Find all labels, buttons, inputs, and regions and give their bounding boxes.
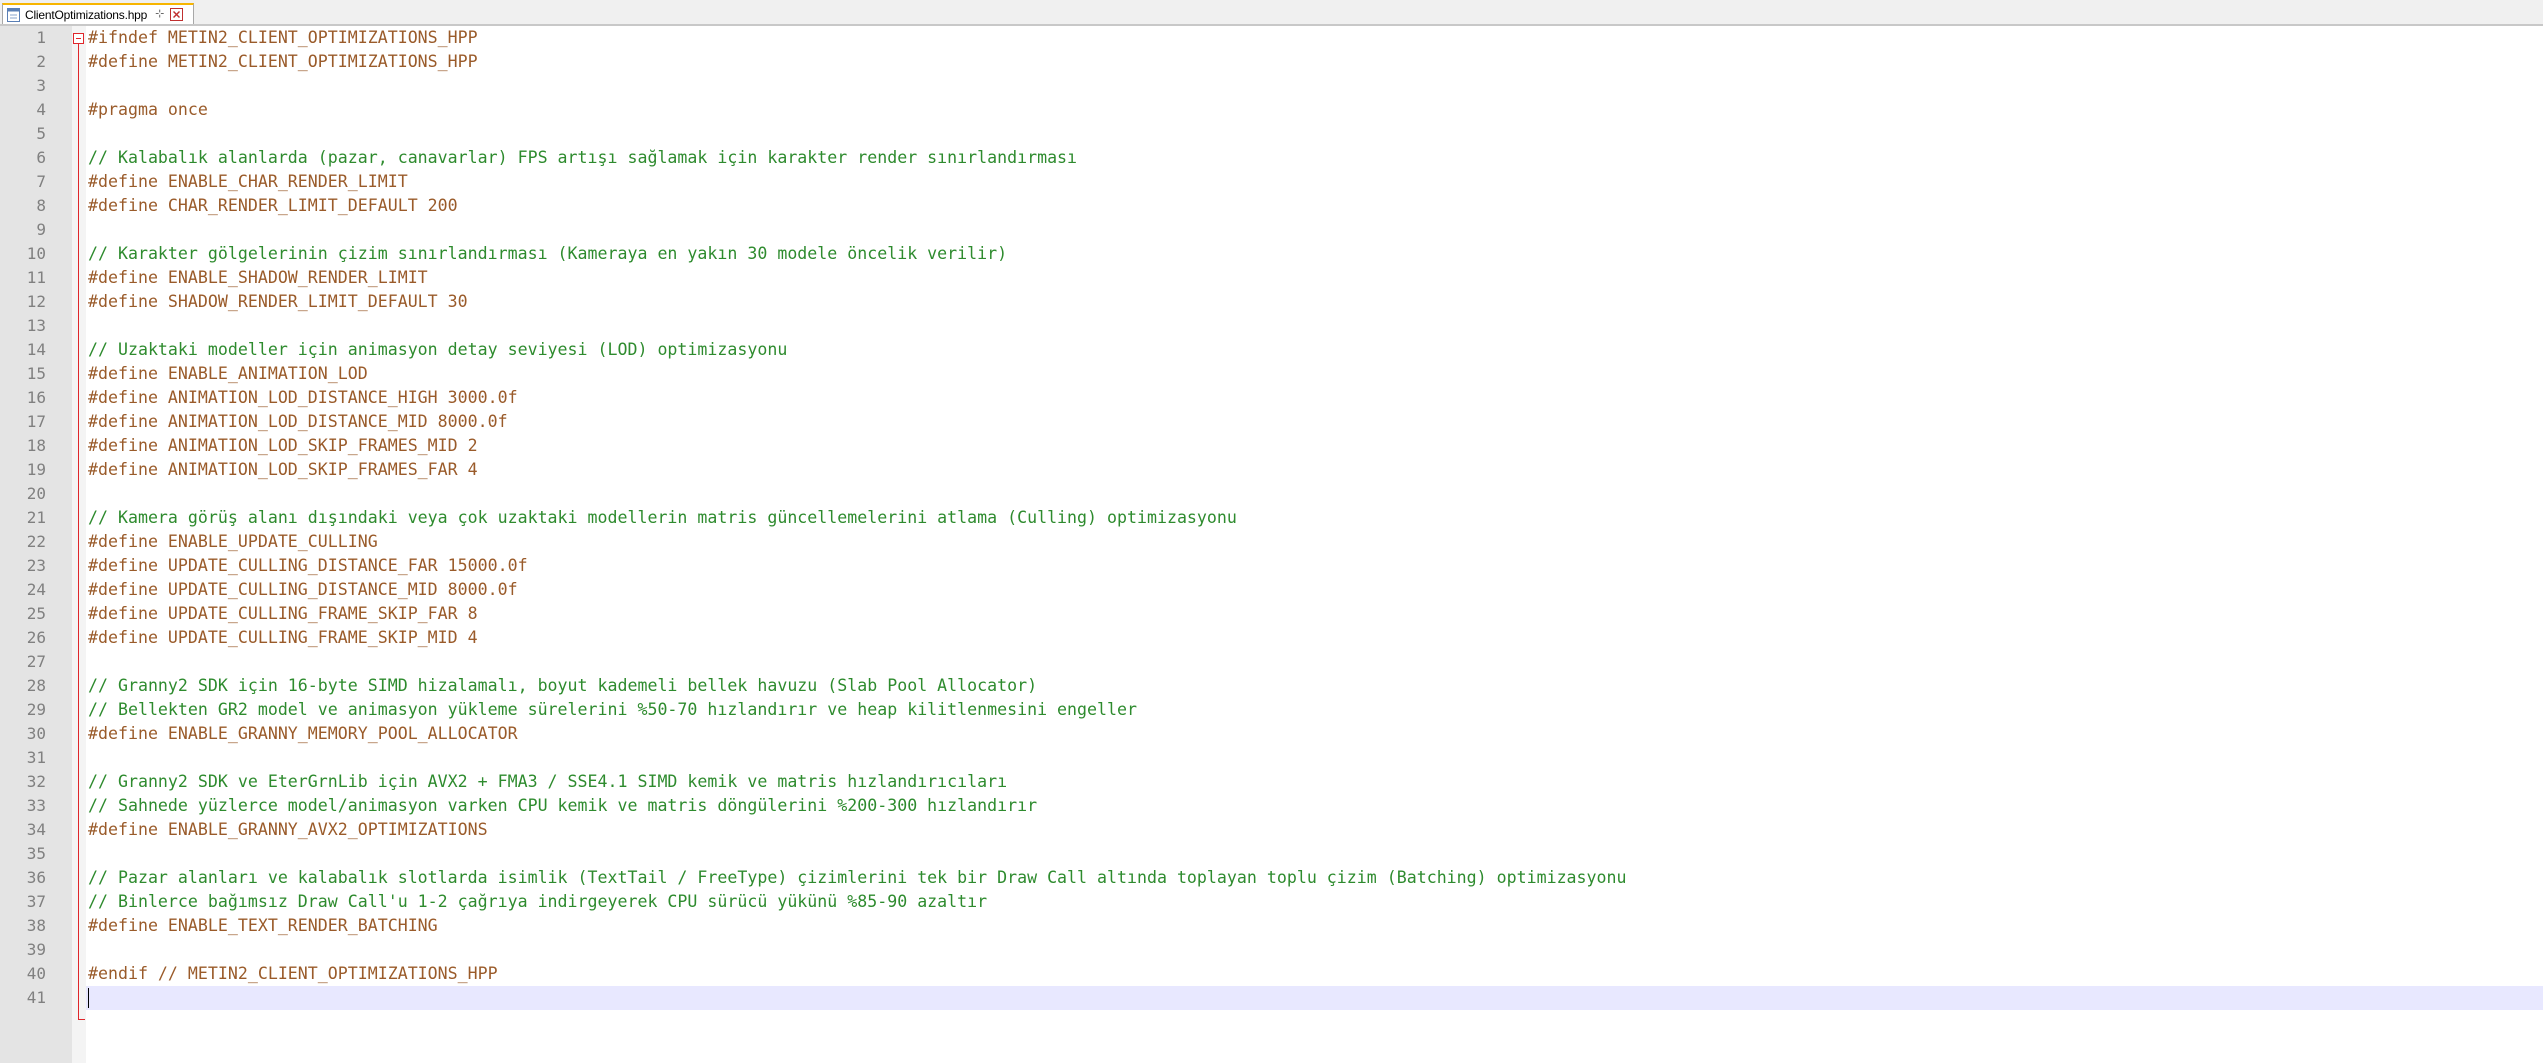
line-number: 12 bbox=[26, 292, 46, 311]
line-number: 20 bbox=[26, 484, 46, 503]
line-number: 16 bbox=[26, 388, 46, 407]
code-comment-line[interactable]: // Kamera görüş alanı dışındaki veya çok… bbox=[88, 506, 1237, 530]
fold-range-end bbox=[78, 1019, 85, 1020]
line-number: 5 bbox=[36, 124, 46, 143]
line-number: 29 bbox=[26, 700, 46, 719]
line-number: 6 bbox=[36, 148, 46, 167]
line-number: 8 bbox=[36, 196, 46, 215]
code-line[interactable]: #define CHAR_RENDER_LIMIT_DEFAULT 200 bbox=[88, 194, 458, 218]
line-number: 26 bbox=[26, 628, 46, 647]
code-comment-line[interactable]: // Uzaktaki modeller için animasyon deta… bbox=[88, 338, 787, 362]
fold-collapse-icon[interactable] bbox=[73, 33, 84, 44]
code-line[interactable]: #define METIN2_CLIENT_OPTIMIZATIONS_HPP bbox=[88, 50, 478, 74]
code-comment-line[interactable]: // Binlerce bağımsız Draw Call'u 1-2 çağ… bbox=[88, 890, 987, 914]
code-line[interactable]: #ifndef METIN2_CLIENT_OPTIMIZATIONS_HPP bbox=[88, 26, 478, 50]
line-number: 34 bbox=[26, 820, 46, 839]
code-editor[interactable]: #ifndef METIN2_CLIENT_OPTIMIZATIONS_HPP #… bbox=[0, 26, 2543, 1063]
code-line[interactable]: #define ANIMATION_LOD_SKIP_FRAMES_MID 2 bbox=[88, 434, 478, 458]
tab-client-optimizations[interactable]: ClientOptimizations.hpp ⊹ bbox=[2, 3, 194, 24]
tab-bar: ClientOptimizations.hpp ⊹ bbox=[0, 0, 2543, 26]
code-line[interactable]: #pragma once bbox=[88, 98, 208, 122]
code-line[interactable]: #define ENABLE_ANIMATION_LOD bbox=[88, 362, 368, 386]
code-line[interactable]: #endif // METIN2_CLIENT_OPTIMIZATIONS_HP… bbox=[88, 962, 498, 986]
line-number: 38 bbox=[26, 916, 46, 935]
code-line[interactable]: #define UPDATE_CULLING_DISTANCE_MID 8000… bbox=[88, 578, 518, 602]
text-caret bbox=[88, 988, 89, 1008]
tab-label: ClientOptimizations.hpp bbox=[25, 7, 148, 22]
code-line[interactable]: #define ENABLE_CHAR_RENDER_LIMIT bbox=[88, 170, 408, 194]
line-number: 41 bbox=[26, 988, 46, 1007]
code-line[interactable]: #define ENABLE_GRANNY_AVX2_OPTIMIZATIONS bbox=[88, 818, 488, 842]
line-number: 13 bbox=[26, 316, 46, 335]
line-number: 40 bbox=[26, 964, 46, 983]
code-comment-line[interactable]: // Bellekten GR2 model ve animasyon yükl… bbox=[88, 698, 1137, 722]
line-number: 31 bbox=[26, 748, 46, 767]
code-comment-line[interactable]: // Granny2 SDK ve EterGrnLib için AVX2 +… bbox=[88, 770, 1007, 794]
close-icon[interactable] bbox=[170, 8, 184, 21]
line-number: 11 bbox=[26, 268, 46, 287]
code-comment-line[interactable]: // Kalabalık alanlarda (pazar, canavarla… bbox=[88, 146, 1077, 170]
code-line[interactable]: #define ENABLE_TEXT_RENDER_BATCHING bbox=[88, 914, 438, 938]
line-number: 25 bbox=[26, 604, 46, 623]
line-number: 32 bbox=[26, 772, 46, 791]
pin-icon[interactable]: ⊹ bbox=[155, 9, 164, 20]
line-number: 18 bbox=[26, 436, 46, 455]
line-number: 24 bbox=[26, 580, 46, 599]
line-number: 37 bbox=[26, 892, 46, 911]
line-number: 35 bbox=[26, 844, 46, 863]
line-number: 17 bbox=[26, 412, 46, 431]
line-number: 33 bbox=[26, 796, 46, 815]
line-number: 21 bbox=[26, 508, 46, 527]
line-number: 27 bbox=[26, 652, 46, 671]
code-line[interactable]: #define ANIMATION_LOD_DISTANCE_MID 8000.… bbox=[88, 410, 508, 434]
code-line[interactable]: #define ENABLE_GRANNY_MEMORY_POOL_ALLOCA… bbox=[88, 722, 518, 746]
line-number: 2 bbox=[36, 52, 46, 71]
current-line-highlight bbox=[86, 986, 2543, 1010]
code-comment-line[interactable]: // Pazar alanları ve kalabalık slotlarda… bbox=[88, 866, 1627, 890]
code-line[interactable]: #define ENABLE_UPDATE_CULLING bbox=[88, 530, 378, 554]
code-line[interactable]: #define UPDATE_CULLING_FRAME_SKIP_MID 4 bbox=[88, 626, 478, 650]
code-line[interactable]: #define UPDATE_CULLING_DISTANCE_FAR 1500… bbox=[88, 554, 528, 578]
line-number: 30 bbox=[26, 724, 46, 743]
line-number: 22 bbox=[26, 532, 46, 551]
code-comment-line[interactable]: // Granny2 SDK için 16-byte SIMD hizalam… bbox=[88, 674, 1037, 698]
code-comment-line[interactable]: // Sahnede yüzlerce model/animasyon vark… bbox=[88, 794, 1037, 818]
code-comment-line[interactable]: // Karakter gölgelerinin çizim sınırland… bbox=[88, 242, 1007, 266]
line-number: 1 bbox=[36, 28, 46, 47]
code-line[interactable]: #define SHADOW_RENDER_LIMIT_DEFAULT 30 bbox=[88, 290, 468, 314]
line-number: 28 bbox=[26, 676, 46, 695]
line-number: 10 bbox=[26, 244, 46, 263]
code-line[interactable]: #define ANIMATION_LOD_DISTANCE_HIGH 3000… bbox=[88, 386, 518, 410]
line-number: 15 bbox=[26, 364, 46, 383]
line-number: 39 bbox=[26, 940, 46, 959]
file-icon bbox=[7, 7, 20, 22]
editor-window: ClientOptimizations.hpp ⊹ #ifndef METIN2… bbox=[0, 0, 2543, 1063]
line-number: 9 bbox=[36, 220, 46, 239]
code-line[interactable]: #define ENABLE_SHADOW_RENDER_LIMIT bbox=[88, 266, 428, 290]
code-line[interactable]: #define ANIMATION_LOD_SKIP_FRAMES_FAR 4 bbox=[88, 458, 478, 482]
line-number: 14 bbox=[26, 340, 46, 359]
fold-range-line bbox=[78, 44, 79, 1020]
line-number: 19 bbox=[26, 460, 46, 479]
code-line[interactable]: #define UPDATE_CULLING_FRAME_SKIP_FAR 8 bbox=[88, 602, 478, 626]
line-number: 7 bbox=[36, 172, 46, 191]
line-number: 3 bbox=[36, 76, 46, 95]
line-number: 4 bbox=[36, 100, 46, 119]
line-number: 23 bbox=[26, 556, 46, 575]
line-number: 36 bbox=[26, 868, 46, 887]
fold-margin[interactable] bbox=[72, 26, 86, 1063]
